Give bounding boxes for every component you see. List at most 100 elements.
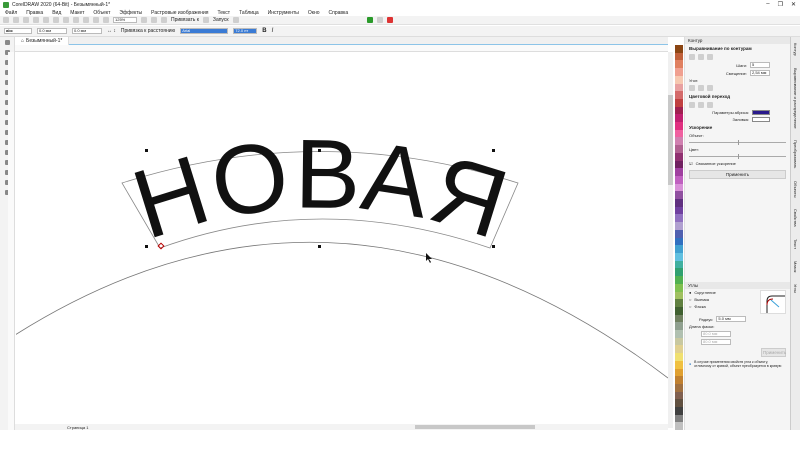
- menu-item[interactable]: Правка: [26, 10, 43, 16]
- close-button[interactable]: ✕: [791, 1, 796, 8]
- steps-field[interactable]: 5: [750, 62, 770, 68]
- color-swatch[interactable]: [675, 299, 683, 307]
- drawing-canvas[interactable]: НОВАЯ: [14, 52, 669, 428]
- color-swatch[interactable]: [675, 160, 683, 169]
- minimize-button[interactable]: –: [766, 1, 769, 8]
- fill-color-picker[interactable]: [752, 117, 770, 122]
- color-swatch[interactable]: [675, 353, 683, 361]
- launch-dropdown[interactable]: Запуск: [213, 17, 229, 23]
- text-orientation-dropdown[interactable]: abc: [4, 28, 32, 34]
- color-swatch[interactable]: [675, 68, 683, 76]
- menu-item[interactable]: Таблица: [239, 10, 259, 16]
- color-swatch[interactable]: [675, 306, 683, 315]
- offset-horizontal-field[interactable]: 0.0 мм: [37, 28, 67, 34]
- corners-apply-button[interactable]: Применить: [761, 348, 786, 357]
- full-screen-icon[interactable]: [141, 17, 147, 23]
- miter-corner-icon[interactable]: [689, 85, 695, 91]
- color-swatch[interactable]: [675, 199, 683, 207]
- macro-icon[interactable]: [376, 17, 383, 23]
- color-palette[interactable]: [675, 45, 683, 431]
- round-corner-icon[interactable]: [698, 85, 704, 91]
- color-swatch[interactable]: [675, 399, 683, 408]
- docker-tab[interactable]: Углы: [793, 284, 798, 293]
- color-swatch[interactable]: [675, 252, 683, 261]
- color-swatch[interactable]: [675, 145, 683, 153]
- color-swatch[interactable]: [675, 330, 683, 338]
- to-center-icon[interactable]: [689, 54, 695, 60]
- undo-icon[interactable]: [73, 17, 79, 23]
- color-swatch[interactable]: [675, 114, 683, 123]
- color-swatch[interactable]: [675, 137, 683, 146]
- placement-dropdown[interactable]: Привязка к расстоянию: [121, 28, 175, 34]
- menu-item[interactable]: Эффекты: [119, 10, 142, 16]
- horizontal-scroll-thumb[interactable]: [415, 425, 535, 429]
- grid-icon[interactable]: [161, 17, 167, 23]
- color-swatch[interactable]: [675, 206, 683, 215]
- color-swatch[interactable]: [675, 191, 683, 200]
- color-swatch[interactable]: [675, 91, 683, 99]
- color-swatch[interactable]: [675, 268, 683, 277]
- menu-item[interactable]: Вид: [52, 10, 61, 16]
- redo-icon[interactable]: [83, 17, 89, 23]
- paste-icon[interactable]: [63, 17, 69, 23]
- tab-document[interactable]: ⌂ Безымянный-1*: [15, 36, 70, 45]
- docker-tab[interactable]: Контур: [793, 43, 798, 56]
- menu-item[interactable]: Текст: [218, 10, 231, 16]
- vertical-ruler[interactable]: [8, 52, 15, 430]
- mirror-icon[interactable]: ↔ ↕: [107, 28, 116, 34]
- color-swatch[interactable]: [675, 314, 683, 323]
- apply-button[interactable]: Применить: [689, 170, 786, 179]
- round-radio[interactable]: ●: [689, 290, 691, 295]
- color-swatch[interactable]: [675, 391, 683, 400]
- offset-field[interactable]: 2,54 мм: [750, 70, 770, 76]
- color-swatch[interactable]: [675, 60, 683, 69]
- arc-path[interactable]: [14, 241, 669, 379]
- color-swatch[interactable]: [675, 129, 683, 138]
- color-swatch[interactable]: [675, 168, 683, 176]
- docker-tab[interactable]: Текст: [793, 239, 798, 249]
- record-icon[interactable]: [386, 17, 393, 23]
- vertical-scroll-thumb[interactable]: [668, 95, 673, 185]
- clockwise-blend-icon[interactable]: [698, 102, 704, 108]
- linear-blend-icon[interactable]: [689, 102, 695, 108]
- color-swatch[interactable]: [675, 345, 683, 354]
- color-swatch[interactable]: [675, 291, 683, 300]
- color-swatch[interactable]: [675, 237, 683, 246]
- pick-tool-icon[interactable]: [4, 40, 10, 45]
- menu-item[interactable]: Макет: [70, 10, 84, 16]
- cut-icon[interactable]: [43, 17, 49, 23]
- color-swatch[interactable]: [675, 245, 683, 253]
- color-swatch[interactable]: [675, 322, 683, 331]
- docker-tab[interactable]: Преобразовать: [793, 140, 798, 168]
- color-swatch[interactable]: [675, 122, 683, 130]
- menu-item[interactable]: Справка: [329, 10, 349, 16]
- options-gear-icon[interactable]: [202, 17, 209, 23]
- docker-tab[interactable]: Свойства: [793, 209, 798, 227]
- x-tool-icon[interactable]: [232, 17, 239, 23]
- color-swatch[interactable]: [675, 45, 683, 53]
- color-swatch[interactable]: [675, 360, 683, 369]
- chamfer-radio[interactable]: ○: [689, 304, 691, 309]
- color-swatch[interactable]: [675, 422, 683, 431]
- font-dropdown[interactable]: Arial: [180, 28, 229, 34]
- stroke-color-picker[interactable]: [752, 110, 770, 115]
- bevel-corner-icon[interactable]: [707, 85, 713, 91]
- import-icon[interactable]: [93, 17, 99, 23]
- color-swatch[interactable]: [675, 337, 683, 346]
- zoom-level-field[interactable]: 125%: [113, 17, 137, 23]
- snap-to-dropdown[interactable]: Привязать к: [171, 17, 199, 23]
- link-accel-checkbox[interactable]: ☑: [689, 161, 693, 166]
- font-size-dropdown[interactable]: 72.0 пт: [233, 28, 258, 34]
- color-swatch[interactable]: [675, 214, 683, 223]
- print-icon[interactable]: [33, 17, 39, 23]
- menu-item[interactable]: Инструменты: [268, 10, 299, 16]
- bold-button[interactable]: B: [262, 28, 266, 34]
- horizontal-ruler[interactable]: [15, 45, 668, 52]
- color-swatch[interactable]: [675, 414, 683, 423]
- docker-tab[interactable]: Выравнивание и распределение: [793, 68, 798, 129]
- docker-tab[interactable]: Объекты: [793, 181, 798, 198]
- offset-vertical-field[interactable]: 0.0 мм: [72, 28, 102, 34]
- menu-item[interactable]: Объект: [93, 10, 110, 16]
- menu-item[interactable]: Окно: [308, 10, 320, 16]
- counterclockwise-blend-icon[interactable]: [707, 102, 713, 108]
